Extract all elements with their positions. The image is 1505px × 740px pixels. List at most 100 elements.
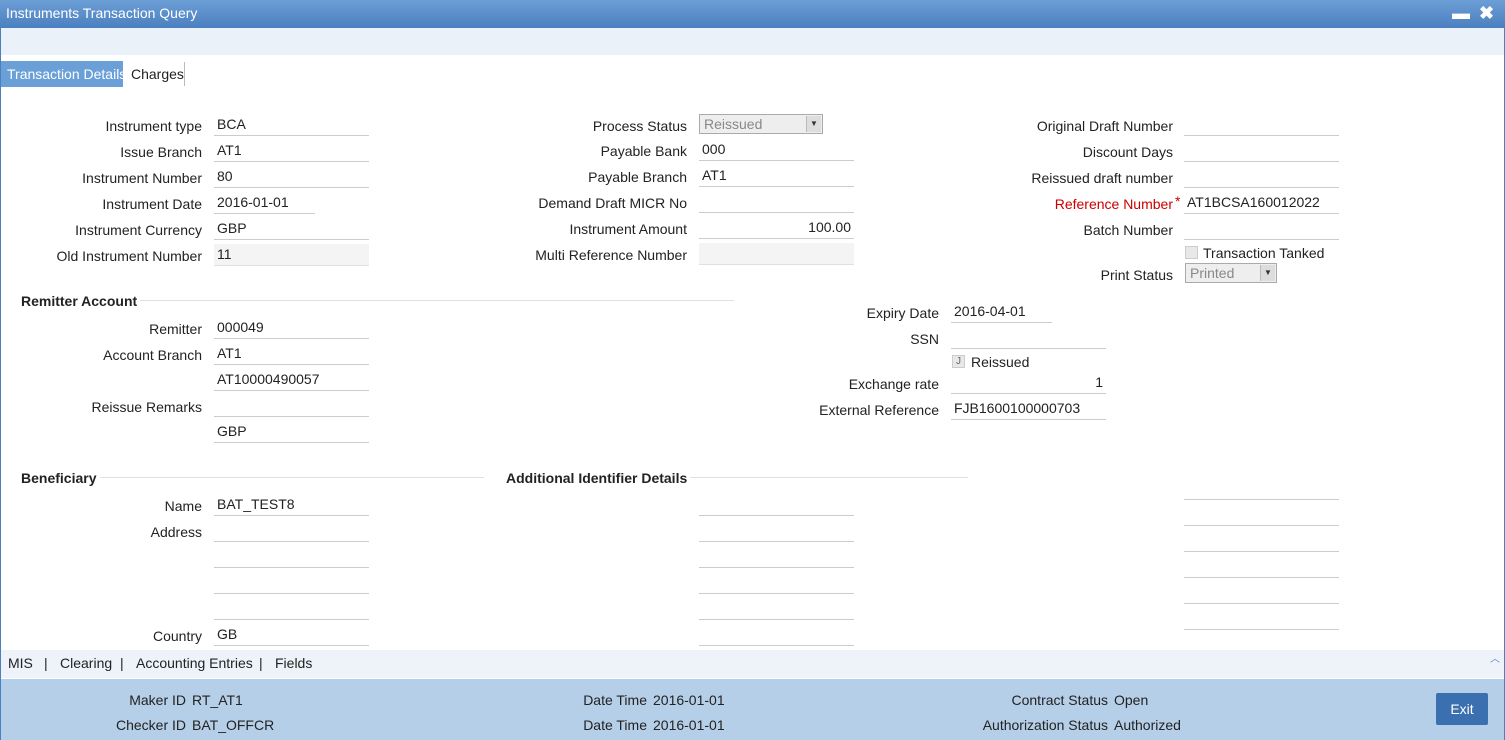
- reissued-label: Reissued: [971, 354, 1030, 370]
- transaction-tanked-checkbox[interactable]: [1185, 246, 1198, 259]
- instrument-date-field[interactable]: 2016-01-01: [214, 192, 315, 214]
- instrument-amount-field[interactable]: 100.00: [699, 217, 854, 239]
- address-line-4-field[interactable]: [214, 598, 369, 620]
- issue-branch-label: Issue Branch: [120, 144, 202, 160]
- additional-field-9[interactable]: [1184, 551, 1339, 552]
- additional-field-12[interactable]: [1184, 629, 1339, 630]
- additional-field-4[interactable]: [699, 593, 854, 594]
- checker-date-time-value: 2016-01-01: [653, 717, 725, 733]
- reissue-remarks-field[interactable]: [214, 395, 369, 417]
- close-icon[interactable]: ✖: [1479, 3, 1494, 24]
- minimize-icon[interactable]: ▬: [1452, 3, 1470, 24]
- expiry-date-field[interactable]: 2016-04-01: [951, 301, 1052, 323]
- date-time-value: 2016-01-01: [653, 692, 725, 708]
- additional-field-1[interactable]: [699, 515, 854, 516]
- multi-reference-number-field[interactable]: [699, 243, 854, 265]
- country-label: Country: [152, 628, 202, 644]
- additional-field-7[interactable]: [1184, 499, 1339, 500]
- address-line-1-field[interactable]: [214, 520, 369, 542]
- window-title: Instruments Transaction Query: [6, 5, 198, 21]
- exchange-rate-field[interactable]: 1: [951, 372, 1106, 394]
- additional-field-11[interactable]: [1184, 603, 1339, 604]
- additional-field-6[interactable]: [699, 645, 854, 646]
- reissued-draft-number-label: Reissued draft number: [1031, 170, 1173, 186]
- clearing-link[interactable]: Clearing: [60, 655, 112, 671]
- multi-reference-number-label: Multi Reference Number: [535, 247, 687, 263]
- contract-status-value: Open: [1114, 692, 1149, 708]
- exit-button[interactable]: Exit: [1436, 693, 1488, 725]
- additional-identifier-heading: Additional Identifier Details: [506, 470, 688, 486]
- instrument-number-label: Instrument Number: [82, 170, 202, 186]
- address-line-3-field[interactable]: [214, 572, 369, 594]
- instrument-currency-field[interactable]: GBP: [214, 218, 369, 240]
- maker-id-label: Maker ID: [129, 692, 186, 708]
- account-field[interactable]: AT10000490057: [214, 369, 369, 391]
- external-reference-label: External Reference: [819, 402, 939, 418]
- mis-link[interactable]: MIS: [8, 655, 33, 671]
- payable-bank-field[interactable]: 000: [699, 139, 854, 161]
- link-separator: |: [120, 655, 124, 671]
- original-draft-number-label: Original Draft Number: [1036, 118, 1173, 134]
- instrument-type-field[interactable]: BCA: [214, 114, 369, 136]
- discount-days-label: Discount Days: [1082, 144, 1173, 160]
- demand-draft-micr-field[interactable]: [699, 191, 854, 213]
- issue-branch-field[interactable]: AT1: [214, 140, 369, 162]
- remitter-field[interactable]: 000049: [214, 317, 369, 339]
- country-field[interactable]: GB: [214, 624, 369, 646]
- authorization-status-label: Authorization Status: [982, 717, 1108, 733]
- discount-days-field[interactable]: [1184, 140, 1339, 162]
- payable-branch-label: Payable Branch: [588, 169, 687, 185]
- required-marker: *: [1175, 193, 1181, 209]
- additional-field-5[interactable]: [699, 619, 854, 620]
- beneficiary-name-field[interactable]: BAT_TEST8: [214, 494, 369, 516]
- fields-link[interactable]: Fields: [275, 655, 312, 671]
- reference-number-label: Reference Number: [1054, 196, 1173, 212]
- reissued-checkbox[interactable]: J: [952, 355, 965, 368]
- ssn-label: SSN: [910, 331, 939, 347]
- reissued-draft-number-field[interactable]: [1184, 166, 1339, 188]
- section-divider: [690, 477, 968, 478]
- old-instrument-number-field[interactable]: 11: [214, 244, 369, 266]
- exchange-rate-label: Exchange rate: [848, 376, 939, 392]
- section-divider: [100, 477, 484, 478]
- address-line-2-field[interactable]: [214, 546, 369, 568]
- tab-transaction-details[interactable]: Transaction Details: [1, 61, 126, 87]
- reference-number-field[interactable]: AT1BCSA160012022: [1184, 192, 1339, 214]
- scroll-up-icon[interactable]: ︿: [1490, 650, 1500, 665]
- payable-bank-label: Payable Bank: [600, 143, 687, 159]
- checker-date-time-label: Date Time: [583, 717, 647, 733]
- tab-charges[interactable]: Charges: [125, 61, 190, 87]
- tab-divider: [184, 62, 185, 86]
- process-status-select[interactable]: Reissued ▼: [699, 114, 823, 134]
- additional-field-2[interactable]: [699, 541, 854, 542]
- instrument-amount-label: Instrument Amount: [569, 221, 687, 237]
- external-reference-field[interactable]: FJB1600100000703: [951, 398, 1106, 420]
- remitter-label: Remitter: [149, 321, 202, 337]
- instrument-date-label: Instrument Date: [102, 196, 202, 212]
- instrument-currency-label: Instrument Currency: [75, 222, 202, 238]
- accounting-entries-link[interactable]: Accounting Entries: [136, 655, 253, 671]
- bottom-links-bar: MIS | Clearing | Accounting Entries | Fi…: [1, 650, 1504, 678]
- beneficiary-name-label: Name: [164, 498, 202, 514]
- account-branch-label: Account Branch: [103, 347, 202, 363]
- print-status-select[interactable]: Printed ▼: [1185, 263, 1277, 283]
- payable-branch-field[interactable]: AT1: [699, 165, 854, 187]
- account-currency-field[interactable]: GBP: [214, 421, 369, 443]
- original-draft-number-field[interactable]: [1184, 114, 1339, 136]
- batch-number-field[interactable]: [1184, 218, 1339, 240]
- instrument-number-field[interactable]: 80: [214, 166, 369, 188]
- additional-field-10[interactable]: [1184, 577, 1339, 578]
- process-status-value: Reissued: [704, 116, 763, 132]
- print-status-value: Printed: [1190, 265, 1235, 281]
- checker-id-value: BAT_OFFCR: [192, 717, 275, 733]
- section-divider: [140, 300, 734, 301]
- date-time-label: Date Time: [583, 692, 647, 708]
- contract-status-label: Contract Status: [1011, 692, 1109, 708]
- toolbar-strip: [1, 28, 1504, 55]
- additional-field-3[interactable]: [699, 567, 854, 568]
- ssn-field[interactable]: [951, 327, 1106, 349]
- additional-field-8[interactable]: [1184, 525, 1339, 526]
- expiry-date-label: Expiry Date: [866, 305, 939, 321]
- reissue-remarks-label: Reissue Remarks: [91, 399, 202, 415]
- account-branch-field[interactable]: AT1: [214, 343, 369, 365]
